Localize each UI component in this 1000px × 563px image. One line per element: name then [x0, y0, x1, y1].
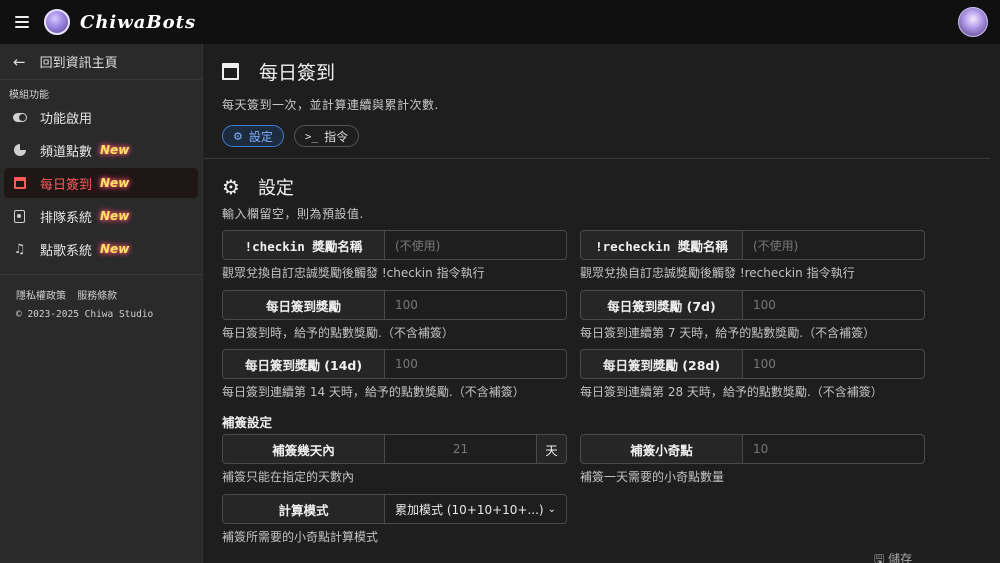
field-label: 每日簽到獎勵 (28d): [580, 349, 743, 379]
reward-28d-field: 每日簽到獎勵 (28d) 100 每日簽到連續第 28 天時，給予的點數獎勵.（…: [580, 349, 925, 400]
field-help: 每日簽到連續第 7 天時，給予的點數獎勵.（不含補簽）: [580, 326, 876, 340]
sidebar-item-daily-checkin[interactable]: 每日簽到 New: [4, 168, 198, 198]
copyright: © 2023-2025 Chiwa Studio: [16, 309, 154, 320]
top-bar: ChiwaBots: [0, 0, 1000, 44]
toggle-icon: [12, 110, 27, 125]
gear-icon: ⚙: [222, 175, 240, 199]
sidebar-item-label: 功能啟用: [40, 111, 93, 127]
back-to-dashboard-link[interactable]: ← 回到資訊主頁: [0, 44, 202, 80]
makeup-section-title: 補簽設定: [222, 415, 273, 430]
sidebar-item-features[interactable]: 功能啟用: [4, 102, 198, 132]
makeup-days-field: 補簽幾天內 21 天 補簽只能在指定的天數內: [222, 434, 567, 485]
field-help: 補簽一天需要的小奇點數量: [580, 470, 725, 484]
settings-title: 設定: [257, 178, 294, 199]
tab-label: 指令: [324, 129, 349, 144]
main-content: 每日簽到 每天簽到一次，並計算連續與累計次數. ⚙ 設定 >_ 指令 ⚙ 設定 …: [204, 44, 1000, 563]
select-value: 累加模式 (10+10+10+...): [395, 502, 544, 517]
field-label: 補簽小奇點: [580, 434, 743, 464]
brand-name: ChiwaBots: [80, 11, 197, 33]
calc-mode-field: 計算模式 累加模式 (10+10+10+...) ⌄ 補簽所需要的小奇點計算模式: [222, 494, 567, 545]
field-label: 補簽幾天內: [222, 434, 385, 464]
field-help: 每日簽到時，給予的點數獎勵.（不含補簽）: [222, 326, 454, 340]
arrow-left-icon: ←: [13, 52, 26, 71]
page-description: 每天簽到一次，並計算連續與累計次數.: [222, 98, 439, 112]
field-label: !recheckin 獎勵名稱: [580, 230, 743, 260]
header-divider: [204, 158, 990, 159]
reward-14d-field: 每日簽到獎勵 (14d) 100 每日簽到連續第 14 天時，給予的點數獎勵.（…: [222, 349, 567, 400]
daily-reward-field: 每日簽到獎勵 100 每日簽到時，給予的點數獎勵.（不含補簽）: [222, 290, 567, 341]
reward-7d-input[interactable]: 100: [743, 290, 925, 320]
field-help: 觀眾兌換自訂忠誠獎勵後觸發 !recheckin 指令執行: [580, 266, 855, 280]
recheckin-reward-input[interactable]: (不使用): [743, 230, 925, 260]
checkin-reward-input[interactable]: (不使用): [385, 230, 567, 260]
reward-14d-input[interactable]: 100: [385, 349, 567, 379]
gear-icon: ⚙: [233, 129, 243, 143]
terms-of-service-link[interactable]: 服務條款: [77, 291, 117, 302]
sidebar-item-song-request[interactable]: ♫ 點歌系統 New: [4, 234, 198, 264]
field-help: 補簽只能在指定的天數內: [222, 470, 355, 484]
tab-commands[interactable]: >_ 指令: [293, 125, 360, 147]
menu-icon[interactable]: [15, 16, 29, 28]
recheckin-reward-field: !recheckin 獎勵名稱 (不使用) 觀眾兌換自訂忠誠獎勵後觸發 !rec…: [580, 230, 925, 281]
sidebar-divider: [0, 274, 202, 275]
back-link-label: 回到資訊主頁: [39, 56, 118, 71]
calc-mode-select[interactable]: 累加模式 (10+10+10+...) ⌄: [385, 494, 567, 524]
field-label: 計算模式: [222, 494, 385, 524]
reward-7d-field: 每日簽到獎勵 (7d) 100 每日簽到連續第 7 天時，給予的點數獎勵.（不含…: [580, 290, 925, 341]
calendar-icon: [222, 62, 239, 80]
tab-label: 設定: [248, 129, 273, 144]
field-label: 每日簽到獎勵: [222, 290, 385, 320]
sidebar-item-queue[interactable]: 排隊系統 New: [4, 201, 198, 231]
settings-header: ⚙ 設定: [222, 174, 294, 200]
chevron-down-icon: ⌄: [547, 503, 556, 515]
makeup-points-input[interactable]: 10: [743, 434, 925, 464]
reward-28d-input[interactable]: 100: [743, 349, 925, 379]
calendar-icon: [12, 176, 27, 191]
page-title: 每日簽到: [259, 61, 336, 84]
makeup-days-input[interactable]: 21: [385, 434, 537, 464]
field-label: 每日簽到獎勵 (7d): [580, 290, 743, 320]
save-label: 儲存: [888, 552, 913, 563]
save-button[interactable]: 🖫 儲存: [874, 550, 912, 563]
makeup-points-field: 補簽小奇點 10 補簽一天需要的小奇點數量: [580, 434, 925, 485]
tab-settings[interactable]: ⚙ 設定: [222, 125, 284, 147]
new-badge: New: [100, 209, 130, 223]
footer-links: 隱私權政策 服務條款: [0, 287, 202, 302]
field-label: !checkin 獎勵名稱: [222, 230, 385, 260]
new-badge: New: [100, 242, 130, 256]
field-label: 每日簽到獎勵 (14d): [222, 349, 385, 379]
checkin-reward-field: !checkin 獎勵名稱 (不使用) 觀眾兌換自訂忠誠獎勵後觸發 !check…: [222, 230, 567, 281]
field-help: 觀眾兌換自訂忠誠獎勵後觸發 !checkin 指令執行: [222, 266, 485, 280]
field-help: 每日簽到連續第 14 天時，給予的點數獎勵.（不含補簽）: [222, 385, 525, 399]
new-badge: New: [100, 143, 130, 157]
sidebar-section-title: 模組功能: [9, 90, 49, 101]
music-note-icon: ♫: [13, 241, 26, 257]
sidebar-item-label: 排隊系統: [40, 210, 93, 226]
sidebar: ← 回到資訊主頁 模組功能 功能啟用 頻道點數 New 每日簽到 New 排隊系…: [0, 44, 203, 563]
sidebar-item-channel-points[interactable]: 頻道點數 New: [4, 135, 198, 165]
page-tabs: ⚙ 設定 >_ 指令: [222, 125, 439, 147]
privacy-policy-link[interactable]: 隱私權政策: [16, 291, 66, 302]
pie-chart-icon: [12, 143, 27, 158]
settings-hint: 輸入欄留空，則為預設值.: [222, 207, 364, 221]
new-badge: New: [100, 176, 130, 190]
daily-reward-input[interactable]: 100: [385, 290, 567, 320]
days-suffix: 天: [537, 434, 567, 464]
id-badge-icon: [12, 209, 27, 224]
floppy-disk-icon: 🖫: [874, 552, 885, 563]
field-help: 補簽所需要的小奇點計算模式: [222, 530, 379, 544]
terminal-icon: >_: [304, 129, 319, 143]
user-avatar[interactable]: [958, 7, 988, 37]
sidebar-item-label: 點歌系統: [40, 243, 93, 259]
sidebar-item-label: 每日簽到: [40, 177, 93, 193]
sidebar-item-label: 頻道點數: [40, 144, 93, 160]
brand-logo: [44, 9, 70, 35]
page-header: 每日簽到 每天簽到一次，並計算連續與累計次數. ⚙ 設定 >_ 指令: [222, 58, 439, 147]
field-help: 每日簽到連續第 28 天時，給予的點數獎勵.（不含補簽）: [580, 385, 883, 399]
